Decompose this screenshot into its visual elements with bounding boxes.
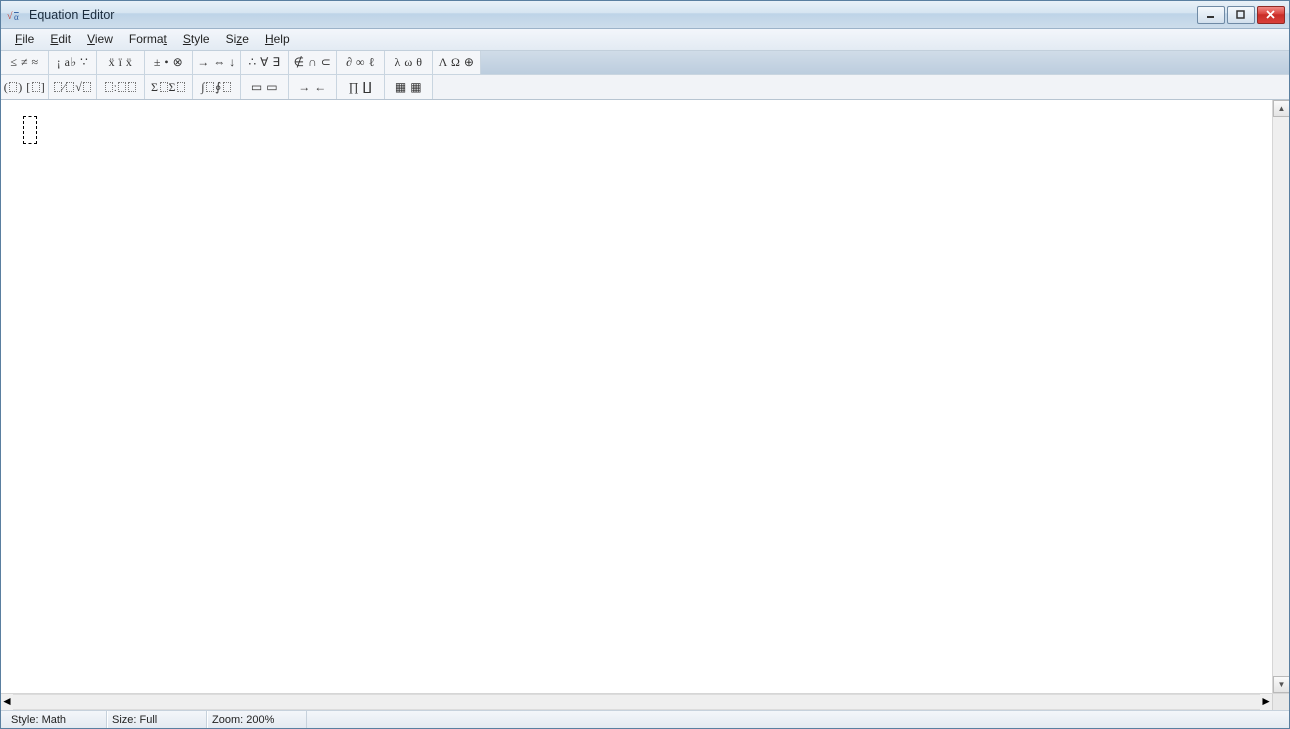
- palette-underbar-overbar[interactable]: ▭ ▭: [241, 75, 289, 99]
- toolbar-row-symbols: ≤ ≠ ≈¡ a♭ ∵ẍ ï ẍ± • ⊗→ ⇔ ↓∴ ∀ ∃∉ ∩ ⊂∂ ∞ …: [1, 51, 1289, 75]
- palette-embellishments[interactable]: ẍ ï ẍ: [97, 51, 145, 74]
- menu-file[interactable]: File: [7, 29, 42, 50]
- palette-fraction-radical[interactable]: ⁄ √: [49, 75, 97, 99]
- menu-size[interactable]: Size: [218, 29, 257, 50]
- workspace: ▲ ▼: [1, 100, 1289, 693]
- window-title: Equation Editor: [29, 8, 114, 22]
- status-zoom: Zoom: 200%: [207, 711, 307, 728]
- vertical-scrollbar[interactable]: ▲ ▼: [1272, 100, 1289, 693]
- vertical-scroll-track[interactable]: [1273, 117, 1289, 676]
- scroll-left-button[interactable]: ◄: [1, 694, 13, 710]
- scroll-down-button[interactable]: ▼: [1273, 676, 1289, 693]
- palette-arrow-symbols[interactable]: → ⇔ ↓: [193, 51, 241, 74]
- app-window: √ α Equation Editor FileEditViewFormatSt…: [0, 0, 1290, 729]
- status-size: Size: Full: [107, 711, 207, 728]
- close-icon: [1266, 10, 1276, 20]
- menubar: FileEditViewFormatStyleSizeHelp: [1, 29, 1289, 51]
- status-style: Style: Math: [7, 711, 107, 728]
- toolbar: ≤ ≠ ≈¡ a♭ ∵ẍ ï ẍ± • ⊗→ ⇔ ↓∴ ∀ ∃∉ ∩ ⊂∂ ∞ …: [1, 51, 1289, 100]
- menu-help[interactable]: Help: [257, 29, 298, 50]
- minimize-icon: [1206, 10, 1216, 20]
- toolbar-fill: [433, 75, 1289, 99]
- svg-text:α: α: [14, 12, 19, 22]
- horizontal-scrollbar[interactable]: ◄ ►: [1, 693, 1289, 710]
- window-controls: [1197, 6, 1285, 24]
- palette-fence-templates[interactable]: () []: [1, 75, 49, 99]
- palette-matrix-templates[interactable]: ▦ ▦: [385, 75, 433, 99]
- palette-summation-templates[interactable]: Σ Σ: [145, 75, 193, 99]
- close-button[interactable]: [1257, 6, 1285, 24]
- empty-equation-slot[interactable]: [23, 116, 37, 144]
- palette-subscript-superscript[interactable]: ː: [97, 75, 145, 99]
- palette-set-theory-symbols[interactable]: ∉ ∩ ⊂: [289, 51, 337, 74]
- menu-style[interactable]: Style: [175, 29, 218, 50]
- svg-text:√: √: [7, 11, 13, 22]
- palette-products-set-theory[interactable]: ∏ ∐: [337, 75, 385, 99]
- scroll-up-button[interactable]: ▲: [1273, 100, 1289, 117]
- toolbar-fill: [481, 51, 1289, 74]
- palette-operator-symbols[interactable]: ± • ⊗: [145, 51, 193, 74]
- maximize-icon: [1236, 10, 1246, 20]
- palette-relational-symbols[interactable]: ≤ ≠ ≈: [1, 51, 49, 74]
- palette-labeled-arrows[interactable]: → ←: [289, 75, 337, 99]
- minimize-button[interactable]: [1197, 6, 1225, 24]
- palette-greek-uppercase[interactable]: Λ Ω ⊕: [433, 51, 481, 74]
- palette-logical-symbols[interactable]: ∴ ∀ ∃: [241, 51, 289, 74]
- menu-view[interactable]: View: [79, 29, 121, 50]
- maximize-button[interactable]: [1227, 6, 1255, 24]
- palette-misc-symbols[interactable]: ∂ ∞ ℓ: [337, 51, 385, 74]
- titlebar: √ α Equation Editor: [1, 1, 1289, 29]
- palette-greek-lowercase[interactable]: λ ω θ: [385, 51, 433, 74]
- palette-spaces-ellipses[interactable]: ¡ a♭ ∵: [49, 51, 97, 74]
- scroll-right-button[interactable]: ►: [1260, 694, 1272, 710]
- scrollbar-corner: [1272, 694, 1289, 711]
- menu-edit[interactable]: Edit: [42, 29, 79, 50]
- statusbar: Style: Math Size: Full Zoom: 200%: [1, 710, 1289, 728]
- palette-integral-templates[interactable]: ∫ ∮: [193, 75, 241, 99]
- toolbar-row-templates: () []⁄ √ː Σ Σ∫ ∮▭ ▭→ ←∏ ∐▦ ▦: [1, 75, 1289, 99]
- equation-canvas[interactable]: [1, 100, 1272, 693]
- menu-format[interactable]: Format: [121, 29, 175, 50]
- horizontal-scroll-track[interactable]: [13, 694, 1260, 710]
- app-icon: √ α: [7, 7, 23, 23]
